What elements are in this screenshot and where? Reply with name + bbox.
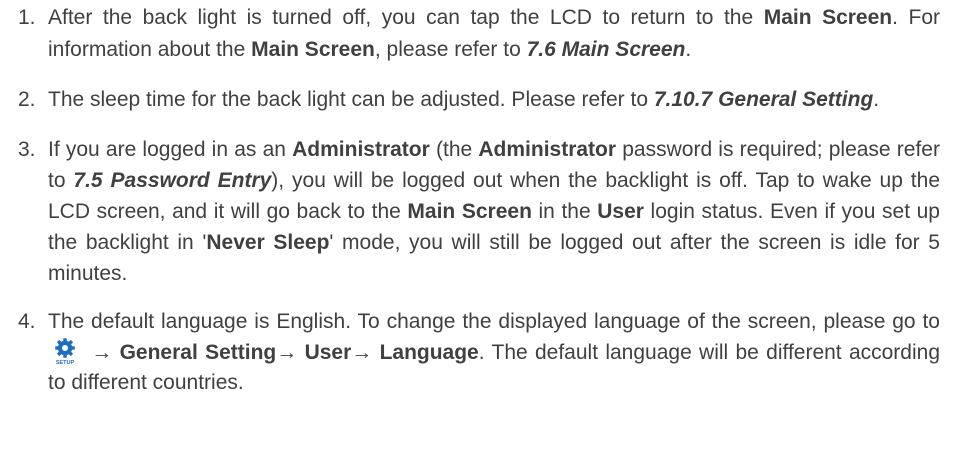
item-text: (the <box>429 138 479 161</box>
item-text: The default language is English. To chan… <box>48 310 940 333</box>
item-text: . <box>873 88 880 111</box>
item-text: If you are logged in as an <box>48 138 293 161</box>
item-text: . <box>685 38 692 61</box>
item-number: 1. <box>18 6 36 29</box>
item-text: in the <box>531 200 598 223</box>
list-item-1: 1. After the back light is turned off, y… <box>18 2 940 66</box>
item-text: , please refer to <box>374 38 527 61</box>
list-item-3: 3. If you are logged in as an Administra… <box>18 134 940 289</box>
item-number: 4. <box>18 310 36 333</box>
menu-path-general-setting: General Setting <box>119 341 277 364</box>
item-number: 2. <box>18 88 36 111</box>
arrow-separator: → <box>351 341 380 364</box>
item-number: 3. <box>18 138 36 161</box>
bold-term-main-screen: Main Screen <box>251 38 375 61</box>
arrow-separator: → <box>84 341 120 364</box>
menu-path-language: Language <box>379 341 479 364</box>
section-reference: 7.6 Main Screen <box>526 38 686 61</box>
list-item-4: 4. The default language is English. To c… <box>18 307 940 398</box>
bold-term-main-screen: Main Screen <box>763 6 893 29</box>
bold-term-main-screen: Main Screen <box>407 200 532 223</box>
arrow-separator: → <box>276 341 305 364</box>
bold-term-administrator: Administrator <box>292 138 430 161</box>
svg-text:SETUP: SETUP <box>56 360 75 365</box>
instruction-list: 1. After the back light is turned off, y… <box>18 2 940 416</box>
setup-gear-icon: SETUP <box>55 338 75 365</box>
item-text: After the back light is turned off, you … <box>48 6 764 29</box>
menu-path-user: User <box>304 341 352 364</box>
bold-term-administrator: Administrator <box>478 138 617 161</box>
item-text: The sleep time for the back light can be… <box>48 88 654 111</box>
section-reference: 7.5 Password Entry <box>73 169 272 192</box>
bold-term-never-sleep: Never Sleep <box>206 231 330 254</box>
list-item-2: 2. The sleep time for the back light can… <box>18 84 940 116</box>
bold-term-user: User <box>597 200 644 223</box>
section-reference: 7.10.7 General Setting <box>653 88 874 111</box>
